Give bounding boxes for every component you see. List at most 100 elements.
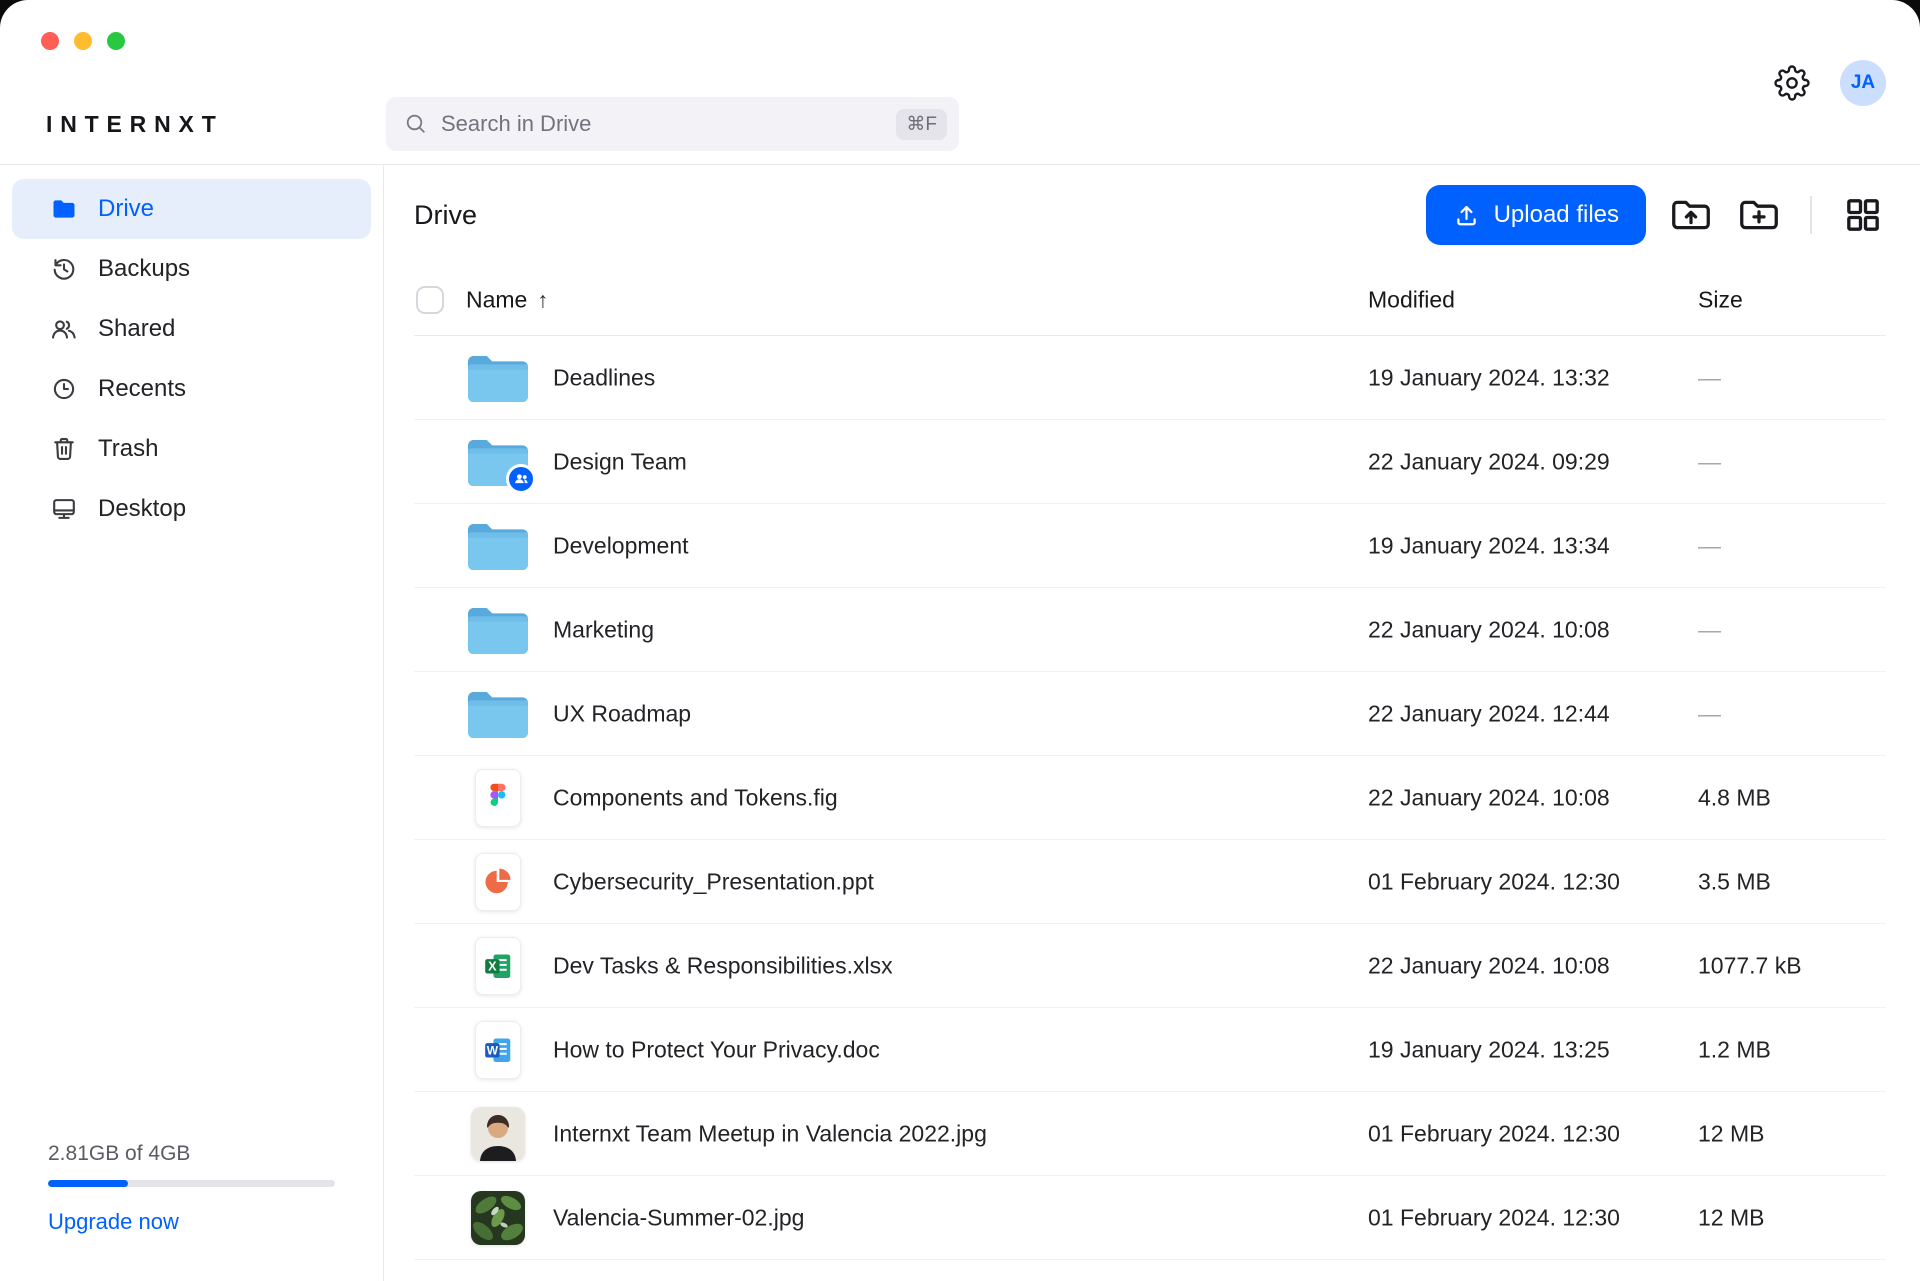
sidebar-item-trash[interactable]: Trash xyxy=(12,419,371,479)
file-size: 1.2 MB xyxy=(1698,1036,1771,1063)
file-name: How to Protect Your Privacy.doc xyxy=(553,1036,880,1063)
table-row[interactable]: UX Roadmap 22 January 2024. 12:44 — xyxy=(414,672,1886,756)
grid-view-icon xyxy=(1843,195,1883,235)
column-header-modified[interactable]: Modified xyxy=(1368,287,1455,314)
file-name: Marketing xyxy=(553,616,654,643)
upgrade-now-link[interactable]: Upgrade now xyxy=(48,1209,179,1235)
folder-icon xyxy=(466,520,530,572)
table-row[interactable]: Deadlines 19 January 2024. 13:32 — xyxy=(414,336,1886,420)
column-header-name[interactable]: Name ↑ xyxy=(466,287,548,314)
sidebar-item-label: Trash xyxy=(98,435,158,463)
file-name: Valencia-Summer-02.jpg xyxy=(553,1204,804,1231)
grid-view-button[interactable] xyxy=(1840,192,1886,238)
search-shortcut-badge: ⌘F xyxy=(896,109,947,140)
desktop-icon xyxy=(50,495,78,523)
search-input[interactable] xyxy=(441,111,896,137)
file-size: 12 MB xyxy=(1698,1120,1764,1147)
file-size: — xyxy=(1698,532,1721,559)
word-icon: W xyxy=(475,1021,521,1079)
table-row[interactable]: Components and Tokens.fig 22 January 202… xyxy=(414,756,1886,840)
table-row[interactable]: X Dev Tasks & Responsibilities.xlsx 22 J… xyxy=(414,924,1886,1008)
storage-progress-fill xyxy=(48,1180,128,1187)
file-modified-date: 22 January 2024. 10:08 xyxy=(1368,952,1610,979)
file-name: Dev Tasks & Responsibilities.xlsx xyxy=(553,952,893,979)
top-bar: INTERNXT ⌘F JA xyxy=(0,0,1920,165)
toolbar-divider xyxy=(1810,196,1812,234)
name-column-label: Name xyxy=(466,287,527,314)
file-size: 4.8 MB xyxy=(1698,784,1771,811)
file-modified-date: 01 February 2024. 12:30 xyxy=(1368,1120,1620,1147)
folder-icon xyxy=(466,436,530,488)
photo-portrait-thumbnail xyxy=(471,1107,525,1161)
clock-icon xyxy=(50,375,78,403)
folder-icon xyxy=(466,352,530,404)
sidebar-item-drive[interactable]: Drive xyxy=(12,179,371,239)
file-modified-date: 22 January 2024. 10:08 xyxy=(1368,616,1610,643)
sidebar-item-backups[interactable]: Backups xyxy=(12,239,371,299)
file-modified-date: 19 January 2024. 13:34 xyxy=(1368,532,1610,559)
folder-plus-icon xyxy=(1736,192,1782,238)
photo-portrait-thumbnail xyxy=(471,1107,525,1161)
close-window-button[interactable] xyxy=(41,32,59,50)
window-controls xyxy=(41,32,125,50)
file-size: — xyxy=(1698,448,1721,475)
file-size: — xyxy=(1698,700,1721,727)
svg-text:W: W xyxy=(487,1043,499,1057)
search-icon xyxy=(404,112,428,136)
search-bar: ⌘F xyxy=(386,97,959,151)
sidebar-item-recents[interactable]: Recents xyxy=(12,359,371,419)
select-all-checkbox[interactable] xyxy=(416,286,444,314)
column-header-size[interactable]: Size xyxy=(1698,287,1743,314)
sidebar-item-desktop[interactable]: Desktop xyxy=(12,479,371,539)
file-size: 12 MB xyxy=(1698,1204,1764,1231)
app-window: INTERNXT ⌘F JA Drive Backups Shared Rece… xyxy=(0,0,1920,1281)
table-row[interactable]: Development 19 January 2024. 13:34 — xyxy=(414,504,1886,588)
people-icon xyxy=(50,315,78,343)
page-title: Drive xyxy=(414,200,477,231)
drive-folder-icon xyxy=(50,195,78,223)
file-name: Design Team xyxy=(553,448,687,475)
folder-icon xyxy=(466,604,530,656)
sort-ascending-icon: ↑ xyxy=(537,287,548,313)
sidebar-nav: Drive Backups Shared Recents Trash Deskt… xyxy=(12,179,371,539)
shared-badge xyxy=(506,464,536,494)
zoom-window-button[interactable] xyxy=(107,32,125,50)
file-table: Name ↑ Modified Size Deadlines 19 Januar… xyxy=(414,265,1886,1260)
sidebar-item-label: Backups xyxy=(98,255,190,283)
upload-files-button[interactable]: Upload files xyxy=(1426,185,1646,245)
file-modified-date: 01 February 2024. 12:30 xyxy=(1368,868,1620,895)
file-modified-date: 19 January 2024. 13:25 xyxy=(1368,1036,1610,1063)
folder-icon xyxy=(466,520,530,572)
new-folder-button[interactable] xyxy=(1736,192,1782,238)
sidebar-item-label: Desktop xyxy=(98,495,186,523)
figma-icon xyxy=(475,769,521,827)
storage-progress-track xyxy=(48,1180,335,1187)
internxt-logo: INTERNXT xyxy=(46,111,224,138)
file-modified-date: 22 January 2024. 10:08 xyxy=(1368,784,1610,811)
photo-leaves-thumbnail xyxy=(471,1191,525,1245)
sidebar-item-shared[interactable]: Shared xyxy=(12,299,371,359)
table-row[interactable]: Cybersecurity_Presentation.ppt 01 Februa… xyxy=(414,840,1886,924)
main-content: Drive Upload files xyxy=(384,165,1920,1281)
excel-icon: X xyxy=(482,950,514,982)
folder-icon xyxy=(466,352,530,404)
file-table-header: Name ↑ Modified Size xyxy=(414,265,1886,336)
user-avatar[interactable]: JA xyxy=(1840,60,1886,106)
minimize-window-button[interactable] xyxy=(74,32,92,50)
table-row[interactable]: Valencia-Summer-02.jpg 01 February 2024.… xyxy=(414,1176,1886,1260)
table-row[interactable]: Design Team 22 January 2024. 09:29 — xyxy=(414,420,1886,504)
powerpoint-icon xyxy=(475,853,521,911)
table-row[interactable]: Internxt Team Meetup in Valencia 2022.jp… xyxy=(414,1092,1886,1176)
file-modified-date: 22 January 2024. 09:29 xyxy=(1368,448,1610,475)
file-size: 3.5 MB xyxy=(1698,868,1771,895)
upload-folder-button[interactable] xyxy=(1668,192,1714,238)
file-size: — xyxy=(1698,364,1721,391)
table-row[interactable]: Marketing 22 January 2024. 10:08 — xyxy=(414,588,1886,672)
folder-upload-icon xyxy=(1668,192,1714,238)
svg-text:X: X xyxy=(488,959,497,973)
settings-button[interactable] xyxy=(1774,65,1810,101)
drive-folder-icon xyxy=(50,195,78,223)
table-row[interactable]: W How to Protect Your Privacy.doc 19 Jan… xyxy=(414,1008,1886,1092)
trash-icon xyxy=(50,435,78,463)
sidebar: Drive Backups Shared Recents Trash Deskt… xyxy=(0,165,384,1281)
